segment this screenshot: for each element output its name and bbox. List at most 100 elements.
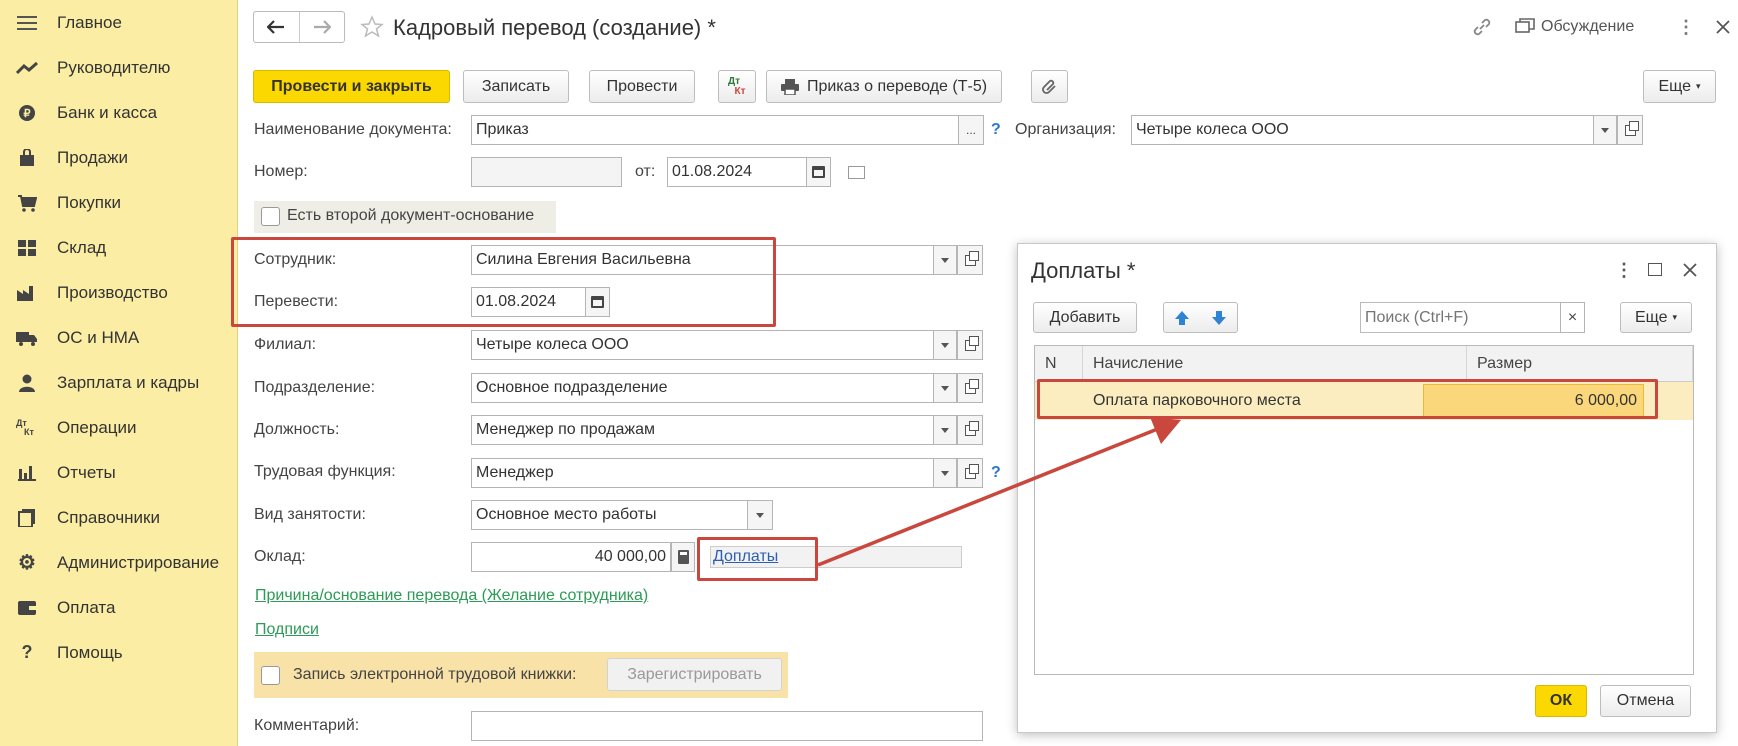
table-row[interactable]: Оплата парковочного места 6 000,00	[1035, 382, 1693, 420]
dialog-more-button[interactable]: Еще ▾	[1620, 302, 1692, 333]
discussion-icon[interactable]	[1513, 15, 1537, 39]
labor-function-dropdown[interactable]	[933, 458, 957, 488]
division-input[interactable]: Основное подразделение	[471, 373, 934, 403]
branch-input[interactable]: Четыре колеса ООО	[471, 330, 934, 360]
help-icon[interactable]: ?	[991, 121, 1001, 139]
discussion-button[interactable]: Обсуждение	[1541, 18, 1634, 36]
forward-button[interactable]	[298, 12, 344, 42]
signatures-link[interactable]: Подписи	[255, 621, 319, 639]
cell-accrual[interactable]: Оплата парковочного места	[1093, 382, 1463, 420]
star-icon[interactable]	[360, 15, 384, 39]
column-header-accrual[interactable]: Начисление	[1083, 346, 1467, 382]
post-and-close-button[interactable]: Провести и закрыть	[253, 70, 450, 103]
truck-icon	[16, 327, 38, 349]
sidebar-item-sales[interactable]: Продажи	[0, 135, 238, 180]
comment-input[interactable]	[471, 711, 983, 741]
transfer-date-input[interactable]: 01.08.2024	[471, 287, 586, 317]
attach-button[interactable]	[1031, 70, 1068, 103]
sidebar-item-payment[interactable]: Оплата	[0, 585, 238, 630]
select-button[interactable]: ...	[958, 115, 984, 145]
sidebar-item-warehouse[interactable]: Склад	[0, 225, 238, 270]
link-icon[interactable]	[1470, 15, 1494, 39]
help-icon[interactable]: ?	[991, 464, 1001, 482]
ok-button[interactable]: ОК	[1535, 685, 1587, 717]
position-open-button[interactable]	[957, 415, 983, 445]
arrow-right-icon	[313, 20, 331, 34]
chevron-down-icon	[941, 470, 949, 476]
doc-name-input[interactable]: Приказ	[471, 115, 959, 145]
organization-open-button[interactable]	[1617, 115, 1643, 145]
column-header-n[interactable]: N	[1035, 346, 1083, 382]
branch-open-button[interactable]	[957, 330, 983, 360]
position-dropdown[interactable]	[933, 415, 957, 445]
sidebar-item-label: Продажи	[57, 147, 128, 167]
employee-open-button[interactable]	[957, 245, 983, 275]
sidebar-item-reports[interactable]: Отчеты	[0, 450, 238, 495]
branch-dropdown[interactable]	[933, 330, 957, 360]
document-icon[interactable]	[848, 166, 865, 179]
cancel-button[interactable]: Отмена	[1600, 685, 1691, 717]
date-from-label: от:	[635, 163, 656, 180]
more-button[interactable]: Еще ▾	[1643, 70, 1716, 103]
open-icon	[964, 463, 979, 479]
second-doc-checkbox[interactable]	[261, 207, 280, 226]
print-order-button[interactable]: Приказ о переводе (Т-5)	[766, 70, 1002, 103]
maximize-icon[interactable]	[1648, 263, 1662, 276]
number-input[interactable]	[471, 157, 622, 187]
cell-amount[interactable]: 6 000,00	[1423, 384, 1644, 418]
post-button[interactable]: Провести	[589, 70, 695, 103]
division-open-button[interactable]	[957, 373, 983, 403]
sidebar-item-help[interactable]: ? Помощь	[0, 630, 238, 675]
sidebar-item-purchases[interactable]: Покупки	[0, 180, 238, 225]
division-dropdown[interactable]	[933, 373, 957, 403]
save-button[interactable]: Записать	[463, 70, 569, 103]
calendar-icon	[591, 296, 604, 308]
clear-search-button[interactable]: ×	[1560, 302, 1585, 333]
labor-function-open-button[interactable]	[957, 458, 983, 488]
arrow-left-icon	[267, 20, 285, 34]
sidebar-item-salary[interactable]: Зарплата и кадры	[0, 360, 238, 405]
more-vertical-icon[interactable]: ⋮	[1615, 260, 1633, 281]
employee-dropdown[interactable]	[933, 245, 957, 275]
close-icon[interactable]	[1683, 263, 1697, 277]
allowances-link[interactable]: Доплаты	[713, 548, 778, 566]
sidebar-item-manager[interactable]: Руководителю	[0, 45, 238, 90]
transfer-reason-link[interactable]: Причина/основание перевода (Желание сотр…	[255, 587, 648, 605]
doc-name-label: Наименование документа:	[254, 121, 452, 138]
close-icon[interactable]	[1711, 15, 1735, 39]
sidebar-item-assets[interactable]: ОС и НМА	[0, 315, 238, 360]
sidebar-item-admin[interactable]: ⚙ Администрирование	[0, 540, 238, 585]
sidebar-item-label: Операции	[57, 417, 137, 437]
employee-input[interactable]: Силина Евгения Васильевна	[471, 245, 934, 275]
back-button[interactable]	[254, 12, 299, 42]
navigation-buttons	[253, 11, 345, 43]
dt-kt-button[interactable]: Дт Кт	[718, 70, 756, 103]
sidebar-item-catalogs[interactable]: Справочники	[0, 495, 238, 540]
register-button[interactable]: Зарегистрировать	[607, 658, 782, 691]
move-down-icon[interactable]	[1211, 310, 1227, 326]
organization-dropdown[interactable]	[1593, 115, 1617, 145]
help-icon: ?	[21, 642, 33, 662]
move-up-icon[interactable]	[1174, 310, 1190, 326]
salary-input[interactable]: 40 000,00	[471, 542, 671, 572]
employment-type-select[interactable]: Основное место работы	[471, 500, 748, 530]
sidebar-item-label: Оплата	[57, 597, 116, 617]
factory-icon	[16, 282, 38, 304]
organization-input[interactable]: Четыре колеса ООО	[1131, 115, 1594, 145]
sidebar-item-operations[interactable]: Дт Кт Операции	[0, 405, 238, 450]
sidebar-item-production[interactable]: Производство	[0, 270, 238, 315]
sidebar-item-bank[interactable]: ₽ Банк и касса	[0, 90, 238, 135]
search-input[interactable]	[1360, 302, 1561, 333]
calendar-button[interactable]	[806, 157, 831, 187]
employment-type-dropdown[interactable]	[747, 500, 773, 530]
position-input[interactable]: Менеджер по продажам	[471, 415, 934, 445]
sidebar-item-main[interactable]: Главное	[0, 0, 238, 45]
add-button[interactable]: Добавить	[1033, 302, 1137, 333]
more-vertical-icon[interactable]: ⋮	[1674, 15, 1698, 39]
transfer-calendar-button[interactable]	[585, 287, 610, 317]
etk-checkbox[interactable]	[261, 666, 280, 685]
calculator-button[interactable]	[671, 542, 695, 572]
date-input[interactable]: 01.08.2024	[667, 157, 807, 187]
labor-function-input[interactable]: Менеджер	[471, 458, 934, 488]
chevron-down-icon	[1601, 127, 1609, 133]
